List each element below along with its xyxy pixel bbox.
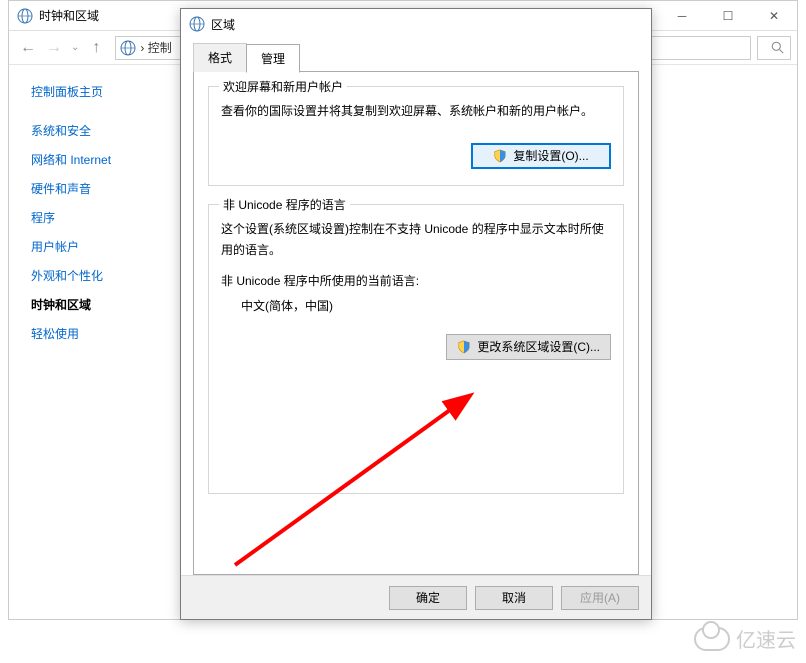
button-label: 复制设置(O)... (513, 147, 588, 164)
globe-icon (189, 16, 205, 32)
cloud-icon (694, 627, 730, 651)
region-dialog: 区域 格式 管理 欢迎屏幕和新用户帐户 查看你的国际设置并将其复制到欢迎屏幕、系… (180, 8, 652, 620)
group-legend: 非 Unicode 程序的语言 (219, 196, 350, 213)
group-description: 这个设置(系统区域设置)控制在不支持 Unicode 的程序中显示文本时所使用的… (221, 219, 611, 262)
watermark-text: 亿速云 (736, 624, 796, 653)
sidebar-item-clock-region[interactable]: 时钟和区域 (31, 296, 169, 313)
sidebar-item-ease-of-access[interactable]: 轻松使用 (31, 325, 169, 342)
search-box[interactable] (757, 36, 791, 60)
cp-home-link[interactable]: 控制面板主页 (31, 83, 169, 100)
breadcrumb-sep: › (140, 41, 147, 55)
sidebar-item-user-accounts[interactable]: 用户帐户 (31, 238, 169, 255)
sidebar-item-programs[interactable]: 程序 (31, 209, 169, 226)
close-button[interactable]: ✕ (751, 1, 797, 30)
cancel-button[interactable]: 取消 (475, 586, 553, 610)
tab-strip: 格式 管理 (193, 43, 639, 72)
current-locale-value: 中文(简体，中国) (241, 297, 611, 314)
group-welcome-screen: 欢迎屏幕和新用户帐户 查看你的国际设置并将其复制到欢迎屏幕、系统帐户和新的用户帐… (208, 86, 624, 186)
tab-admin[interactable]: 管理 (246, 44, 300, 73)
tab-format[interactable]: 格式 (193, 43, 247, 72)
tab-panel-admin: 欢迎屏幕和新用户帐户 查看你的国际设置并将其复制到欢迎屏幕、系统帐户和新的用户帐… (193, 71, 639, 575)
current-locale-label: 非 Unicode 程序中所使用的当前语言: (221, 272, 611, 289)
up-button[interactable]: ↑ (83, 35, 109, 61)
sidebar-item-appearance[interactable]: 外观和个性化 (31, 267, 169, 284)
back-button[interactable]: ← (15, 35, 41, 61)
breadcrumb[interactable]: 控制 (148, 39, 172, 56)
change-system-locale-button[interactable]: 更改系统区域设置(C)... (446, 334, 611, 360)
globe-icon (120, 40, 136, 56)
shield-icon (457, 340, 471, 354)
cp-title: 时钟和区域 (39, 7, 99, 24)
maximize-button[interactable]: ☐ (705, 1, 751, 30)
dialog-footer: 确定 取消 应用(A) (181, 575, 651, 619)
history-dropdown[interactable]: ⌄ (71, 42, 79, 53)
apply-button[interactable]: 应用(A) (561, 586, 639, 610)
minimize-button[interactable]: ─ (659, 1, 705, 30)
dialog-titlebar: 区域 (181, 9, 651, 39)
forward-button[interactable]: → (41, 35, 67, 61)
group-non-unicode: 非 Unicode 程序的语言 这个设置(系统区域设置)控制在不支持 Unico… (208, 204, 624, 494)
button-label: 更改系统区域设置(C)... (477, 338, 600, 355)
ok-button[interactable]: 确定 (389, 586, 467, 610)
group-legend: 欢迎屏幕和新用户帐户 (219, 78, 347, 95)
watermark: 亿速云 (694, 624, 796, 653)
sidebar-item-system-security[interactable]: 系统和安全 (31, 122, 169, 139)
globe-icon (17, 8, 33, 24)
sidebar-item-network-internet[interactable]: 网络和 Internet (31, 151, 169, 168)
group-description: 查看你的国际设置并将其复制到欢迎屏幕、系统帐户和新的用户帐户。 (221, 101, 611, 123)
shield-icon (493, 149, 507, 163)
dialog-title: 区域 (211, 16, 235, 33)
search-icon (771, 41, 784, 54)
copy-settings-button[interactable]: 复制设置(O)... (471, 143, 611, 169)
cp-sidebar: 控制面板主页 系统和安全 网络和 Internet 硬件和声音 程序 用户帐户 … (9, 65, 179, 619)
sidebar-item-hardware-sound[interactable]: 硬件和声音 (31, 180, 169, 197)
